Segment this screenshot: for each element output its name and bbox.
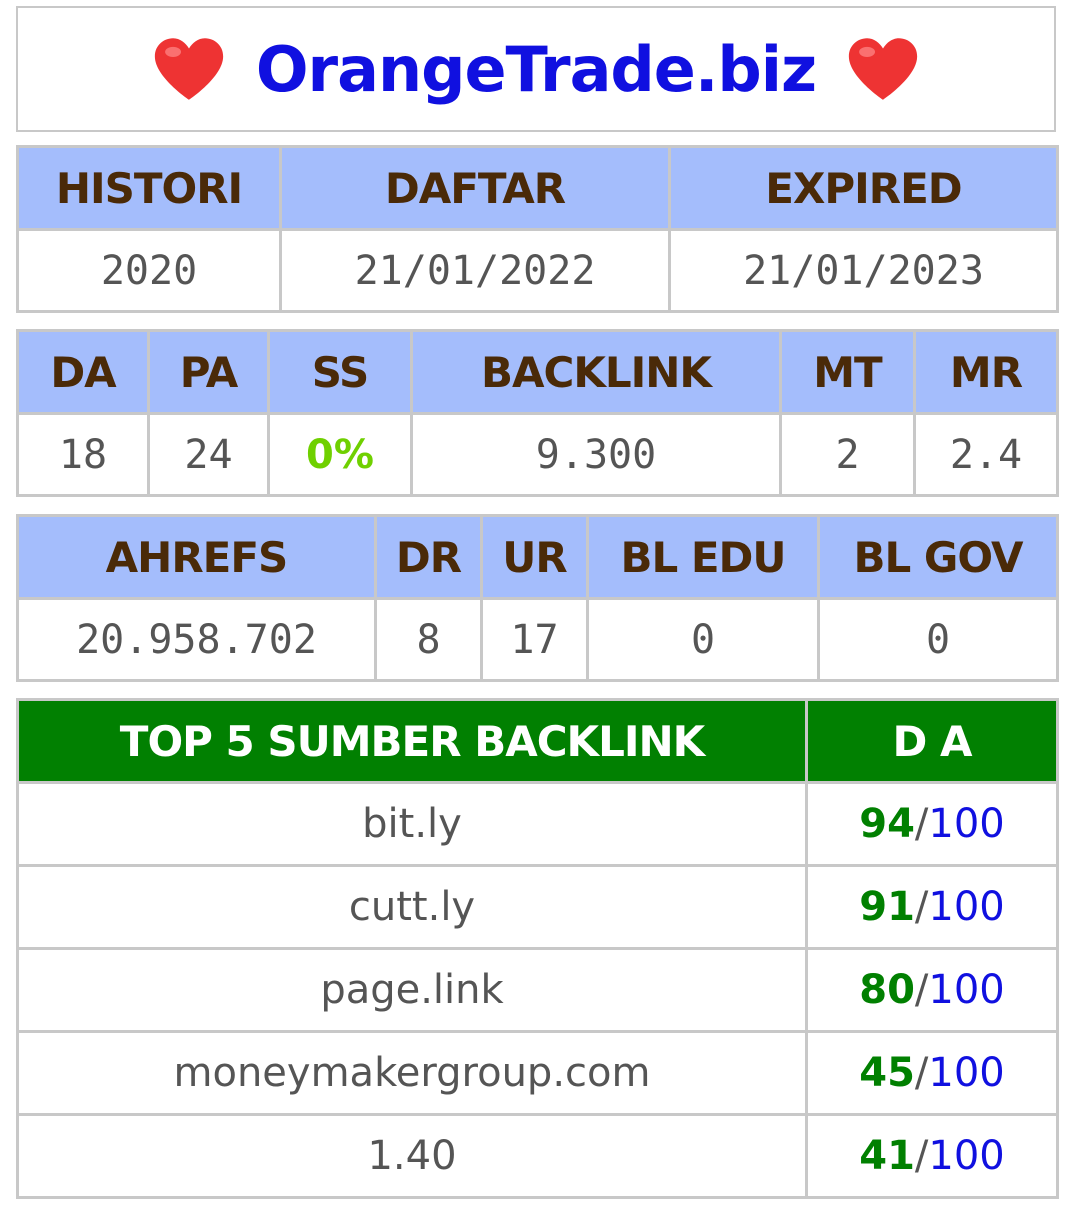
top-backlinks-table: TOP 5 SUMBER BACKLINK D A bit.ly 94/100 …: [16, 698, 1059, 1199]
backlink-source: cutt.ly: [16, 864, 808, 950]
header-expired: EXPIRED: [668, 145, 1059, 231]
value-ahrefs: 20.958.702: [16, 597, 377, 682]
header-top-sources: TOP 5 SUMBER BACKLINK: [16, 698, 808, 784]
heart-icon: [849, 38, 918, 100]
metrics-table: DA PA SS BACKLINK MT MR 18 24 0% 9.300 2…: [16, 329, 1059, 497]
value-backlink: 9.300: [410, 412, 782, 497]
table-row: bit.ly 94/100: [16, 781, 1059, 867]
score-separator: /: [914, 884, 929, 930]
backlink-source: 1.40: [16, 1113, 808, 1199]
value-bl-gov: 0: [817, 597, 1059, 682]
heart-icon: [154, 38, 223, 100]
backlink-score: 41/100: [805, 1113, 1059, 1199]
value-pa: 24: [147, 412, 270, 497]
score-max: 100: [928, 1133, 1005, 1179]
header-bl-gov: BL GOV: [817, 514, 1059, 600]
header-mr: MR: [913, 329, 1059, 415]
table-row: page.link 80/100: [16, 947, 1059, 1033]
header-ur: UR: [480, 514, 589, 600]
header-histori: HISTORI: [16, 145, 282, 231]
value-da: 18: [16, 412, 150, 497]
domain-info-table: HISTORI DAFTAR EXPIRED 2020 21/01/2022 2…: [16, 145, 1059, 313]
table-row: 1.40 41/100: [16, 1113, 1059, 1199]
score-separator: /: [914, 967, 929, 1013]
backlink-score: 94/100: [805, 781, 1059, 867]
header-source-da: D A: [805, 698, 1059, 784]
value-dr: 8: [374, 597, 483, 682]
value-histori: 2020: [16, 228, 282, 313]
header-dr: DR: [374, 514, 483, 600]
score-max: 100: [928, 1050, 1005, 1096]
backlink-score: 80/100: [805, 947, 1059, 1033]
header-da: DA: [16, 329, 150, 415]
site-title: OrangeTrade.biz: [255, 32, 817, 106]
value-ss: 0%: [267, 412, 413, 497]
backlink-source: bit.ly: [16, 781, 808, 867]
score-value: 94: [859, 801, 915, 847]
value-bl-edu: 0: [586, 597, 820, 682]
score-max: 100: [928, 967, 1005, 1013]
value-ur: 17: [480, 597, 589, 682]
header-ss: SS: [267, 329, 413, 415]
value-mr: 2.4: [913, 412, 1059, 497]
score-value: 45: [859, 1050, 915, 1096]
value-expired: 21/01/2023: [668, 228, 1059, 313]
score-value: 41: [859, 1133, 915, 1179]
score-separator: /: [914, 801, 929, 847]
header-pa: PA: [147, 329, 270, 415]
backlink-score: 45/100: [805, 1030, 1059, 1116]
score-value: 91: [859, 884, 915, 930]
backlink-source: page.link: [16, 947, 808, 1033]
title-banner: OrangeTrade.biz: [16, 6, 1056, 132]
backlink-score: 91/100: [805, 864, 1059, 950]
header-ahrefs: AHREFS: [16, 514, 377, 600]
value-mt: 2: [779, 412, 916, 497]
score-value: 80: [859, 967, 915, 1013]
score-max: 100: [928, 884, 1005, 930]
header-bl-edu: BL EDU: [586, 514, 820, 600]
table-row: cutt.ly 91/100: [16, 864, 1059, 950]
score-max: 100: [928, 801, 1005, 847]
header-mt: MT: [779, 329, 916, 415]
score-separator: /: [914, 1050, 929, 1096]
ahrefs-table: AHREFS DR UR BL EDU BL GOV 20.958.702 8 …: [16, 514, 1059, 682]
header-backlink: BACKLINK: [410, 329, 782, 415]
score-separator: /: [914, 1133, 929, 1179]
header-daftar: DAFTAR: [279, 145, 671, 231]
backlink-source: moneymakergroup.com: [16, 1030, 808, 1116]
table-row: moneymakergroup.com 45/100: [16, 1030, 1059, 1116]
value-daftar: 21/01/2022: [279, 228, 671, 313]
